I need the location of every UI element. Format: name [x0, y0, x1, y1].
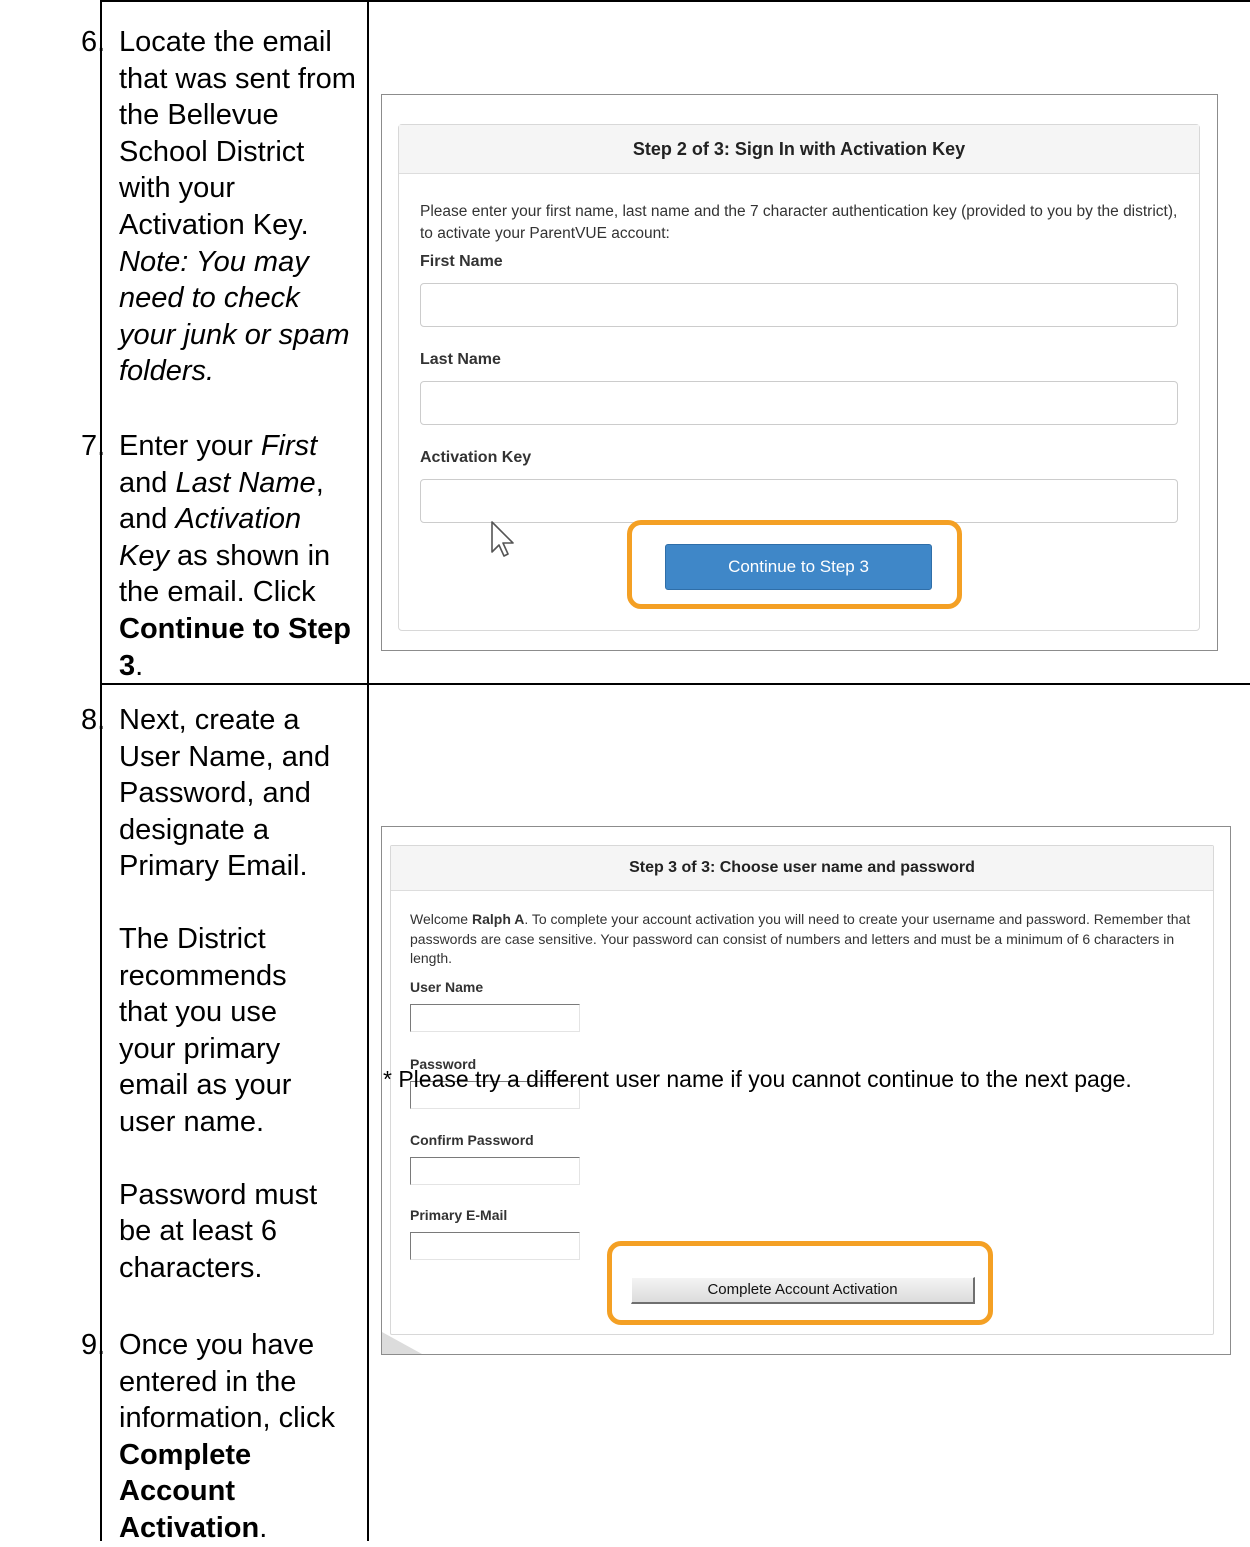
mouse-pointer-icon: [491, 521, 514, 557]
first-name-term: First: [260, 430, 318, 462]
step-text: Next, create a User Name, and Password, …: [119, 704, 331, 883]
user-name-display: Ralph A: [471, 911, 525, 927]
last-name-label: Last Name: [420, 351, 501, 368]
first-name-label: First Name: [420, 253, 503, 270]
step-text: Locate the email that was sent from the …: [119, 26, 356, 241]
user-name-input[interactable]: [410, 1004, 580, 1032]
activation-card-title: Step 2 of 3: Sign In with Activation Key: [399, 125, 1199, 174]
complete-term: Complete Account Activation: [119, 1438, 260, 1544]
step-number: 9.: [81, 1329, 106, 1361]
complete-button-highlight: [607, 1241, 993, 1325]
corner-fold-shape: [382, 1332, 422, 1354]
user-name-label: User Name: [410, 979, 484, 995]
step-text: Once you have entered in the information…: [119, 1329, 335, 1435]
confirm-password-input[interactable]: [410, 1157, 580, 1185]
step-number: 6.: [81, 26, 106, 58]
activation-key-input[interactable]: [420, 479, 1178, 523]
table-left-border: [100, 0, 102, 1541]
step-number: 7.: [81, 430, 106, 462]
welcome-text: Welcome: [410, 911, 472, 927]
first-name-input[interactable]: [420, 283, 1178, 327]
confirm-password-label: Confirm Password: [410, 1132, 534, 1148]
step-number: 8.: [81, 704, 106, 736]
note-prefix: Note: You: [119, 245, 246, 278]
recommendation-text: The District recommends that you use you…: [119, 922, 292, 1138]
footnote-text: * Please try a different user name if yo…: [383, 1066, 1132, 1092]
continue-button-highlight: [627, 520, 962, 609]
step-text: .: [259, 1511, 268, 1544]
primary-email-label: Primary E-Mail: [410, 1207, 508, 1223]
primary-email-input[interactable]: [410, 1232, 580, 1260]
activation-description: Please enter your first name, last name …: [420, 203, 1178, 242]
password-requirement-text: Password must be at least 6 characters.: [119, 1178, 318, 1284]
step-text: .: [135, 649, 144, 682]
last-name-input[interactable]: [420, 381, 1178, 425]
table-column-divider: [367, 0, 369, 1541]
credentials-card-title: Step 3 of 3: Choose user name and passwo…: [391, 846, 1213, 891]
welcome-message: Welcome Ralph A. To complete your accoun…: [410, 910, 1205, 969]
activation-key-label: Activation Key: [420, 449, 532, 466]
step-text: and: [119, 466, 176, 499]
table-top-border: [100, 0, 1250, 2]
welcome-text: . To complete your account activation yo…: [410, 911, 1191, 966]
step-text: Enter your: [119, 430, 261, 462]
continue-term: Continue to Step 3: [119, 612, 351, 682]
last-name-term: Last Name: [175, 466, 316, 499]
